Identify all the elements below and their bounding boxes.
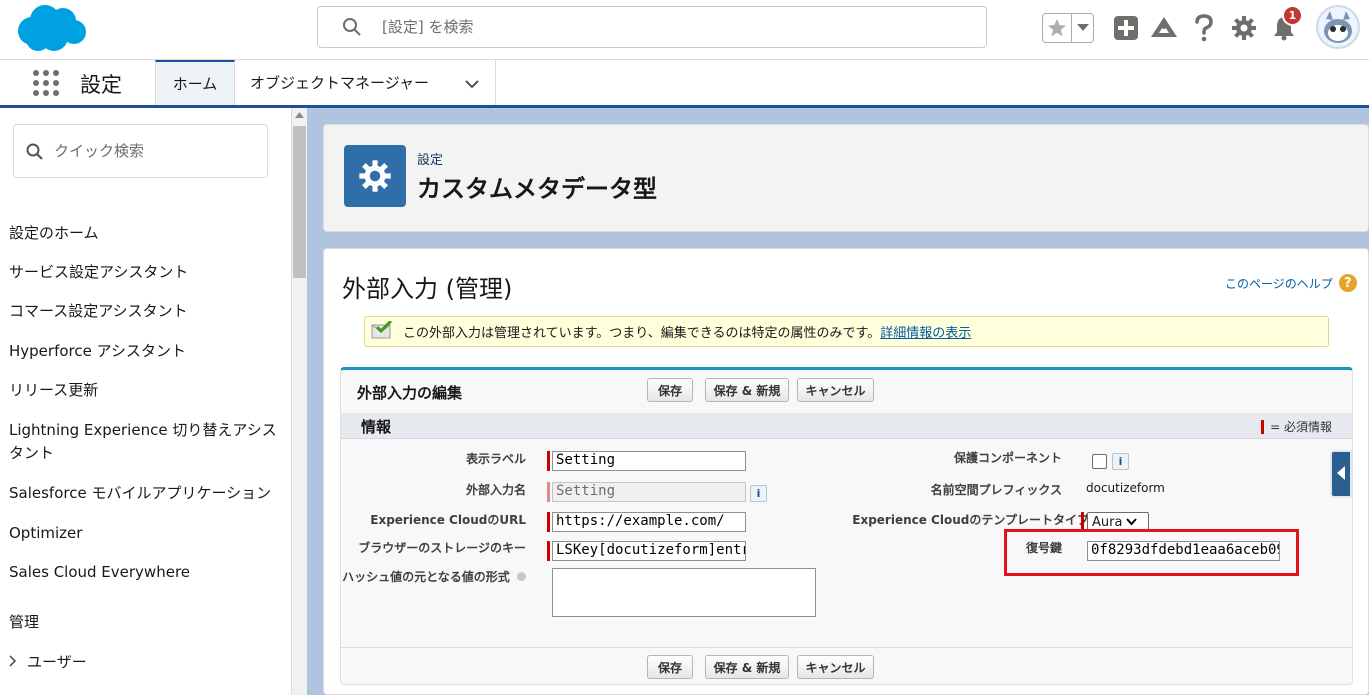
arrow-left-icon [1337, 465, 1345, 484]
sidebar-item-setup-home[interactable]: 設定のホーム [9, 222, 289, 245]
save-button-bottom[interactable]: 保存 [647, 655, 693, 679]
managed-info-banner: この外部入力は管理されています。つまり、編集できるのは特定の属性のみです。 詳細… [364, 316, 1329, 347]
sidebar-item-hyperforce[interactable]: Hyperforce アシスタント [9, 340, 289, 363]
help-icon[interactable] [1190, 14, 1218, 42]
required-info-text: = 必須情報 [1270, 420, 1332, 434]
cancel-button-top[interactable]: キャンセル [797, 378, 874, 402]
required-mark [547, 451, 550, 471]
help-question-icon: ? [1338, 274, 1357, 292]
record-title: 外部入力 (管理) [342, 275, 513, 303]
protected-checkbox[interactable] [1092, 454, 1107, 469]
global-actions-plus-icon[interactable] [1112, 14, 1140, 42]
chevron-down-icon [1126, 515, 1138, 530]
name-input: Setting [552, 482, 746, 502]
info-icon[interactable]: i [1112, 453, 1129, 470]
sidebar-item-release-updates[interactable]: リリース更新 [9, 379, 289, 402]
cancel-button-bottom[interactable]: キャンセル [797, 655, 874, 679]
storage-key-field-label: ブラウザーのストレージのキー [358, 541, 526, 555]
global-search[interactable] [317, 6, 987, 48]
form-divider [341, 647, 1352, 648]
chevron-down-icon[interactable] [465, 75, 479, 93]
sidebar-section-admin: 管理 [9, 613, 40, 631]
edit-form-title: 外部入力の編集 [357, 384, 463, 402]
information-section-header: 情報 = 必須情報 [341, 413, 1352, 439]
scroll-up-arrow-icon[interactable] [292, 112, 307, 124]
sidebar-scrollbar[interactable] [292, 108, 307, 695]
collapse-panel-tab[interactable] [1330, 450, 1352, 498]
app-launcher-icon[interactable] [32, 69, 60, 97]
decrypt-key-highlight [1004, 529, 1299, 576]
sidebar-item-lightning-transition[interactable]: Lightning Experience 切り替えアシスタント [9, 419, 284, 465]
salesforce-logo[interactable] [14, 3, 88, 53]
scrollbar-thumb[interactable] [293, 126, 306, 278]
required-mark [547, 482, 550, 502]
name-field-label: 外部入力名 [465, 483, 526, 497]
banner-details-link[interactable]: 詳細情報の表示 [880, 322, 971, 341]
sidebar-item-commerce-setup[interactable]: コマース設定アシスタント [9, 300, 289, 323]
required-info-legend: = 必須情報 [1261, 418, 1332, 435]
section-title: 情報 [361, 418, 392, 436]
label-input[interactable]: Setting [552, 451, 746, 471]
hash-format-field-label: ハッシュ値の元となる値の形式 [342, 568, 526, 585]
save-new-button-bottom[interactable]: 保存 & 新規 [705, 655, 789, 679]
storage-key-input[interactable]: LSKey[docutizeform]entry [552, 541, 746, 561]
hash-format-label-text: ハッシュ値の元となる値の形式 [342, 570, 510, 584]
template-type-selected: Aura [1092, 514, 1123, 530]
sidebar-item-service-setup[interactable]: サービス設定アシスタント [9, 261, 289, 284]
template-type-field-label: Experience Cloudのテンプレートタイプ [852, 513, 1089, 527]
tab-object-manager-label: オブジェクトマネージャー [250, 74, 429, 92]
app-nav-bar: 設定 ホーム オブジェクトマネージャー [0, 60, 1369, 108]
help-for-this-page-link[interactable]: このページのヘルプ ? [1225, 274, 1357, 292]
user-avatar[interactable] [1316, 5, 1360, 49]
required-mark [1261, 419, 1265, 434]
app-name: 設定 [80, 73, 122, 97]
favorites-dropdown-icon[interactable] [1072, 14, 1093, 42]
content-card: 外部入力 (管理) このページのヘルプ ? この外部入力は管理されています。つま… [323, 248, 1369, 695]
notification-count-badge: 1 [1282, 5, 1303, 26]
setup-sidebar: 設定のホーム サービス設定アシスタント コマース設定アシスタント Hyperfo… [0, 108, 292, 695]
required-mark [547, 541, 550, 561]
quick-find-input[interactable] [54, 140, 254, 162]
breadcrumb[interactable]: 設定 [417, 149, 443, 168]
favorite-star-icon[interactable] [1043, 14, 1073, 42]
label-field-label: 表示ラベル [465, 452, 526, 466]
hash-format-textarea[interactable] [552, 568, 816, 617]
info-icon[interactable]: i [750, 485, 767, 502]
url-field-label: Experience CloudのURL [370, 513, 526, 527]
sidebar-item-optimizer[interactable]: Optimizer [9, 522, 289, 545]
sidebar-item-users[interactable]: ユーザー [9, 651, 87, 672]
sidebar-item-mobile-app[interactable]: Salesforce モバイルアプリケーション [9, 482, 289, 505]
checkmark-mail-icon [371, 319, 393, 343]
setup-gear-icon [344, 145, 406, 207]
banner-message: この外部入力は管理されています。つまり、編集できるのは特定の属性のみです。 [403, 326, 881, 341]
help-info-icon[interactable] [517, 572, 526, 581]
help-link-label: このページのヘルプ [1225, 276, 1333, 291]
trailhead-icon[interactable] [1150, 14, 1178, 42]
url-input[interactable]: https://example.com/ [552, 512, 746, 532]
global-search-input[interactable] [382, 15, 962, 39]
required-mark [547, 512, 550, 532]
protected-field-label: 保護コンポーネント [953, 451, 1062, 465]
tab-object-manager[interactable]: オブジェクトマネージャー [236, 60, 496, 105]
favorites-group [1042, 13, 1094, 43]
save-new-button-top[interactable]: 保存 & 新規 [705, 378, 789, 402]
namespace-field-label: 名前空間プレフィックス [930, 483, 1062, 497]
quick-find[interactable] [13, 124, 268, 178]
chevron-right-icon[interactable] [9, 653, 17, 671]
save-button-top[interactable]: 保存 [647, 378, 693, 402]
sidebar-item-users-label: ユーザー [27, 653, 87, 671]
search-icon [26, 143, 44, 165]
search-icon [342, 17, 362, 41]
namespace-value: docutizeform [1086, 481, 1165, 495]
sidebar-item-sales-cloud-everywhere[interactable]: Sales Cloud Everywhere [9, 561, 289, 584]
global-header: 1 [0, 0, 1369, 60]
tab-home[interactable]: ホーム [155, 60, 235, 105]
page-header: 設定 カスタムメタデータ型 [323, 124, 1369, 232]
settings-gear-icon[interactable] [1230, 14, 1258, 42]
page-title: カスタムメタデータ型 [417, 175, 657, 203]
